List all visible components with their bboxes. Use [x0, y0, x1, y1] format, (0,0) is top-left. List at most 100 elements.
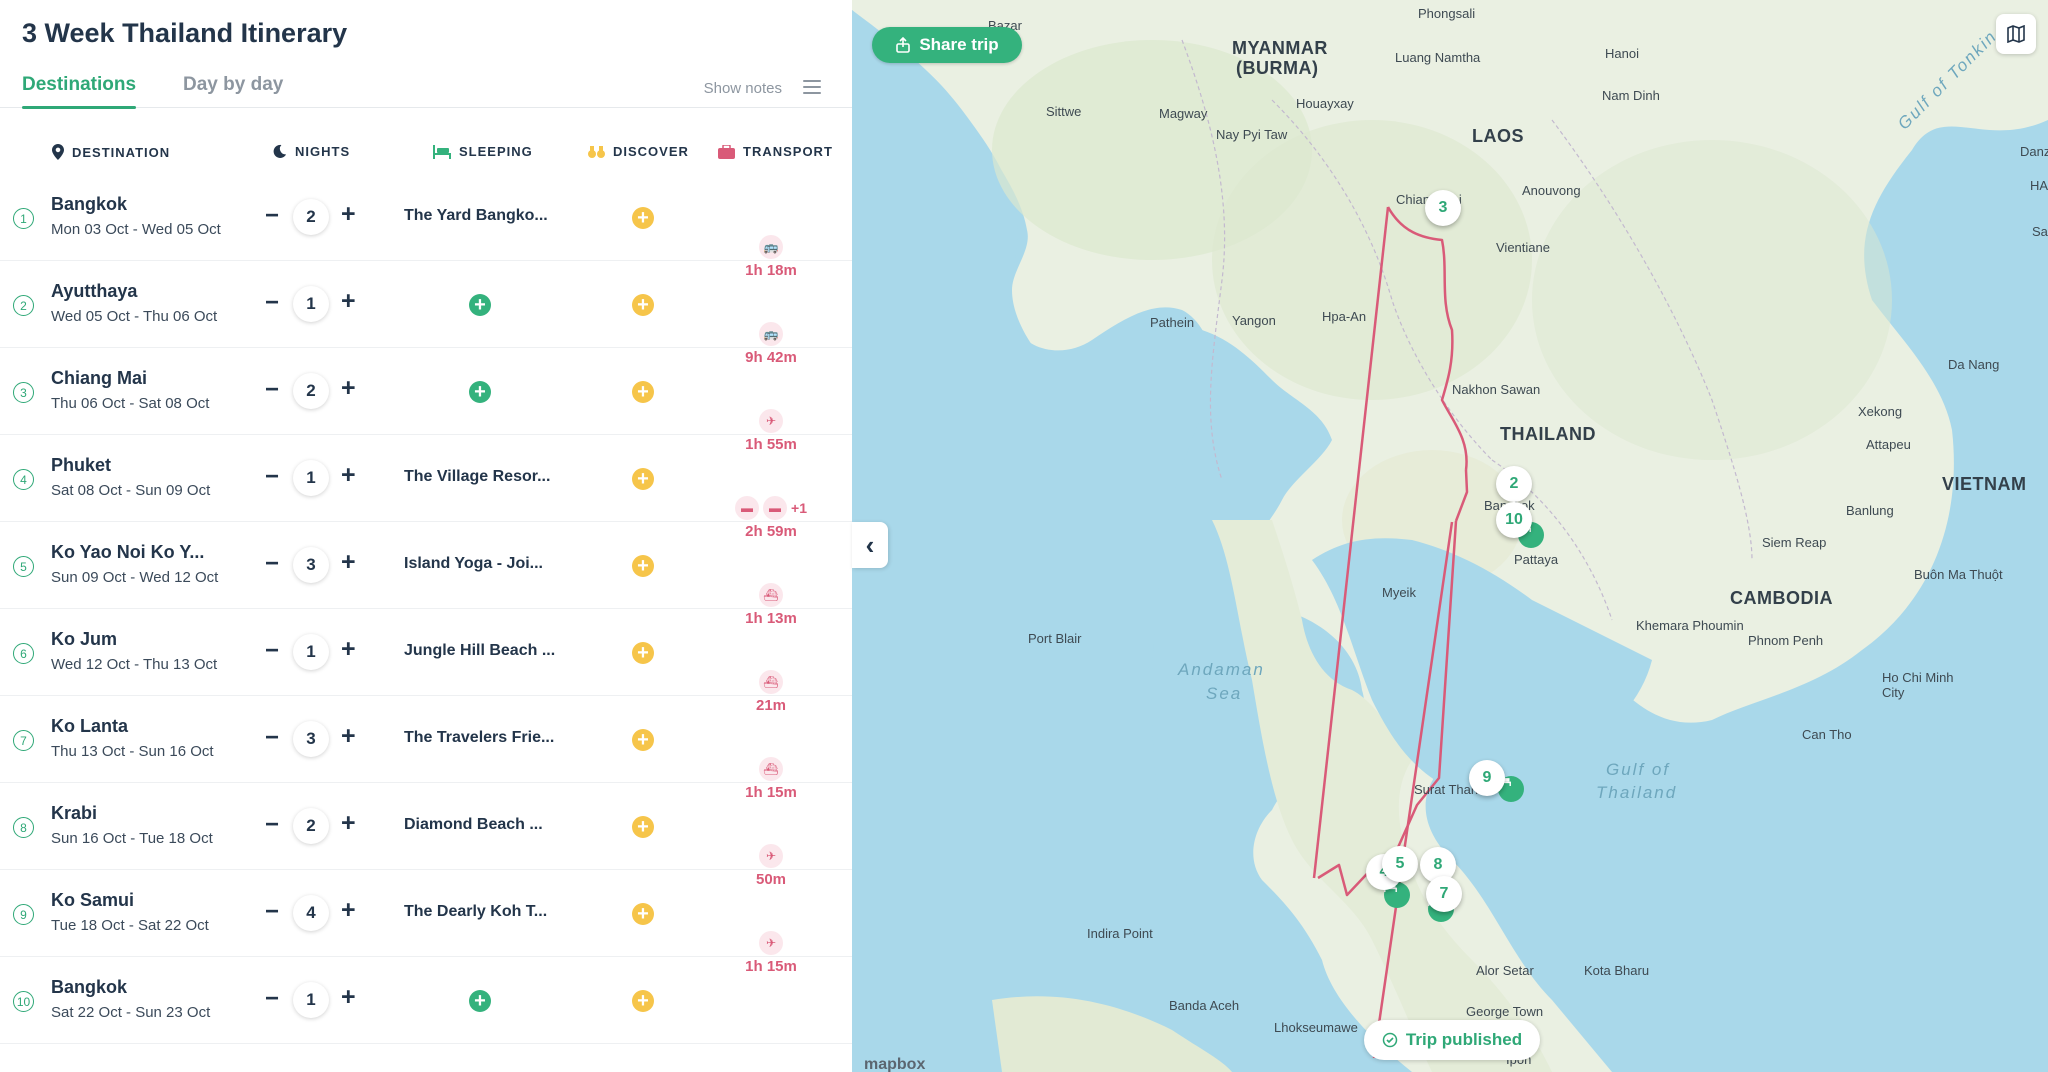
increase-nights-button[interactable]: + [341, 287, 356, 316]
map-pin-3[interactable]: 3 [1425, 190, 1461, 226]
map-pin-2[interactable]: 2 [1496, 466, 1532, 502]
transport-connector[interactable]: ⛴ 21m [728, 669, 814, 714]
destination-name[interactable]: Bangkok [51, 194, 127, 215]
destination-name[interactable]: Chiang Mai [51, 368, 147, 389]
decrease-nights-button[interactable]: − [265, 985, 279, 1013]
destination-row[interactable]: 8 Krabi Sun 16 Oct - Tue 18 Oct − 2 + Di… [0, 783, 852, 870]
map-city: Da Nang [1948, 357, 2000, 372]
destination-dates: Sat 08 Oct - Sun 09 Oct [51, 482, 211, 499]
route-map[interactable]: Bazar Phongsali Hanoi Luang Namtha Nam D… [852, 0, 2048, 1072]
transport-duration: 50m [755, 871, 787, 888]
sleeping-name[interactable]: Diamond Beach ... [404, 816, 543, 834]
tab-destinations[interactable]: Destinations [22, 74, 137, 109]
destination-dates: Sun 09 Oct - Wed 12 Oct [51, 569, 219, 586]
decrease-nights-button[interactable]: − [265, 550, 279, 578]
decrease-nights-button[interactable]: − [265, 376, 279, 404]
map-pin-9[interactable]: 9 [1469, 760, 1505, 796]
increase-nights-button[interactable]: + [341, 374, 356, 403]
map-city: Ho Chi Minh City [1882, 670, 1954, 700]
increase-nights-button[interactable]: + [341, 200, 356, 229]
map-pin-7[interactable]: 7 [1426, 876, 1462, 912]
add-discover-button[interactable]: + [632, 207, 654, 229]
decrease-nights-button[interactable]: − [265, 202, 279, 230]
decrease-nights-button[interactable]: − [265, 289, 279, 317]
add-discover-button[interactable]: + [632, 816, 654, 838]
destination-name[interactable]: Bangkok [51, 977, 127, 998]
destination-row[interactable]: 4 Phuket Sat 08 Oct - Sun 09 Oct − 1 + T… [0, 435, 852, 522]
nights-count: 2 [293, 808, 329, 844]
tab-bar: Destinations Day by day Show notes [0, 68, 852, 109]
add-sleeping-button[interactable]: + [469, 294, 491, 316]
decrease-nights-button[interactable]: − [265, 811, 279, 839]
destination-name[interactable]: Ayutthaya [51, 281, 137, 302]
transport-connector[interactable]: ✈ 1h 55m [728, 408, 814, 453]
transport-connector[interactable]: ✈ 1h 15m [728, 930, 814, 975]
destination-row[interactable]: 10 Bangkok Sat 22 Oct - Sun 23 Oct − 1 +… [0, 957, 852, 1044]
add-discover-button[interactable]: + [632, 381, 654, 403]
destination-row[interactable]: 2 Ayutthaya Wed 05 Oct - Thu 06 Oct − 1 … [0, 261, 852, 348]
sleeping-name[interactable]: The Dearly Koh T... [404, 903, 547, 921]
share-trip-button[interactable]: Share trip [872, 27, 1022, 63]
add-discover-button[interactable]: + [632, 555, 654, 577]
map-style-button[interactable] [1996, 14, 2036, 54]
stop-number: 9 [13, 904, 34, 925]
map-pin-5[interactable]: 5 [1382, 846, 1418, 882]
destination-row[interactable]: 5 Ko Yao Noi Ko Y... Sun 09 Oct - Wed 12… [0, 522, 852, 609]
add-discover-button[interactable]: + [632, 468, 654, 490]
menu-icon[interactable] [803, 80, 821, 94]
increase-nights-button[interactable]: + [341, 809, 356, 838]
add-discover-button[interactable]: + [632, 990, 654, 1012]
transport-connector[interactable]: ✈ 50m [728, 843, 814, 888]
collapse-panel-button[interactable]: ‹ [852, 522, 888, 568]
stop-number: 3 [13, 382, 34, 403]
map-city: Attapeu [1866, 437, 1911, 452]
increase-nights-button[interactable]: + [341, 722, 356, 751]
transport-connector[interactable]: ▬ ▬ +1 2h 59m [728, 495, 814, 540]
decrease-nights-button[interactable]: − [265, 637, 279, 665]
transport-connector[interactable]: ⛴ 1h 13m [728, 582, 814, 627]
tab-day-by-day[interactable]: Day by day [183, 74, 283, 96]
destination-row[interactable]: 9 Ko Samui Tue 18 Oct - Sat 22 Oct − 4 +… [0, 870, 852, 957]
sleeping-name[interactable]: Jungle Hill Beach ... [404, 642, 555, 660]
add-discover-button[interactable]: + [632, 294, 654, 316]
transport-connector[interactable]: ⛴ 1h 15m [728, 756, 814, 801]
sleeping-name[interactable]: The Travelers Frie... [404, 729, 554, 747]
decrease-nights-button[interactable]: − [265, 898, 279, 926]
destination-row[interactable]: 3 Chiang Mai Thu 06 Oct - Sat 08 Oct − 2… [0, 348, 852, 435]
map-city: Myeik [1382, 585, 1416, 600]
destination-row[interactable]: 6 Ko Jum Wed 12 Oct - Thu 13 Oct − 1 + J… [0, 609, 852, 696]
transport-connector[interactable]: 🚌 9h 42m [728, 321, 814, 366]
add-sleeping-button[interactable]: + [469, 381, 491, 403]
show-notes-toggle[interactable]: Show notes [704, 80, 782, 97]
destination-name[interactable]: Ko Lanta [51, 716, 128, 737]
increase-nights-button[interactable]: + [341, 983, 356, 1012]
destination-name[interactable]: Ko Jum [51, 629, 117, 650]
decrease-nights-button[interactable]: − [265, 724, 279, 752]
destination-name[interactable]: Ko Yao Noi Ko Y... [51, 542, 204, 563]
destination-name[interactable]: Krabi [51, 803, 97, 824]
add-discover-button[interactable]: + [632, 729, 654, 751]
map-sea: Sea [1206, 684, 1243, 703]
destination-name[interactable]: Phuket [51, 455, 111, 476]
add-sleeping-button[interactable]: + [469, 990, 491, 1012]
map-city: Nam Dinh [1602, 88, 1660, 103]
destination-name[interactable]: Ko Samui [51, 890, 134, 911]
trip-published-badge[interactable]: Trip published [1364, 1020, 1540, 1060]
destination-row[interactable]: 1 Bangkok Mon 03 Oct - Wed 05 Oct − 2 + … [0, 174, 852, 261]
increase-nights-button[interactable]: + [341, 461, 356, 490]
increase-nights-button[interactable]: + [341, 896, 356, 925]
map-pin-10[interactable]: 10 [1496, 502, 1532, 538]
add-discover-button[interactable]: + [632, 903, 654, 925]
destination-row[interactable]: 7 Ko Lanta Thu 13 Oct - Sun 16 Oct − 3 +… [0, 696, 852, 783]
sleeping-name[interactable]: The Village Resor... [404, 468, 550, 486]
increase-nights-button[interactable]: + [341, 635, 356, 664]
map-city: Sittwe [1046, 104, 1082, 119]
decrease-nights-button[interactable]: − [265, 463, 279, 491]
increase-nights-button[interactable]: + [341, 548, 356, 577]
add-discover-button[interactable]: + [632, 642, 654, 664]
transport-connector[interactable]: 🚌 1h 18m [728, 234, 814, 279]
map-country: VIETNAM [1942, 474, 2027, 494]
map-country: (BURMA) [1236, 58, 1319, 78]
sleeping-name[interactable]: The Yard Bangko... [404, 207, 548, 225]
sleeping-name[interactable]: Island Yoga - Joi... [404, 555, 543, 573]
